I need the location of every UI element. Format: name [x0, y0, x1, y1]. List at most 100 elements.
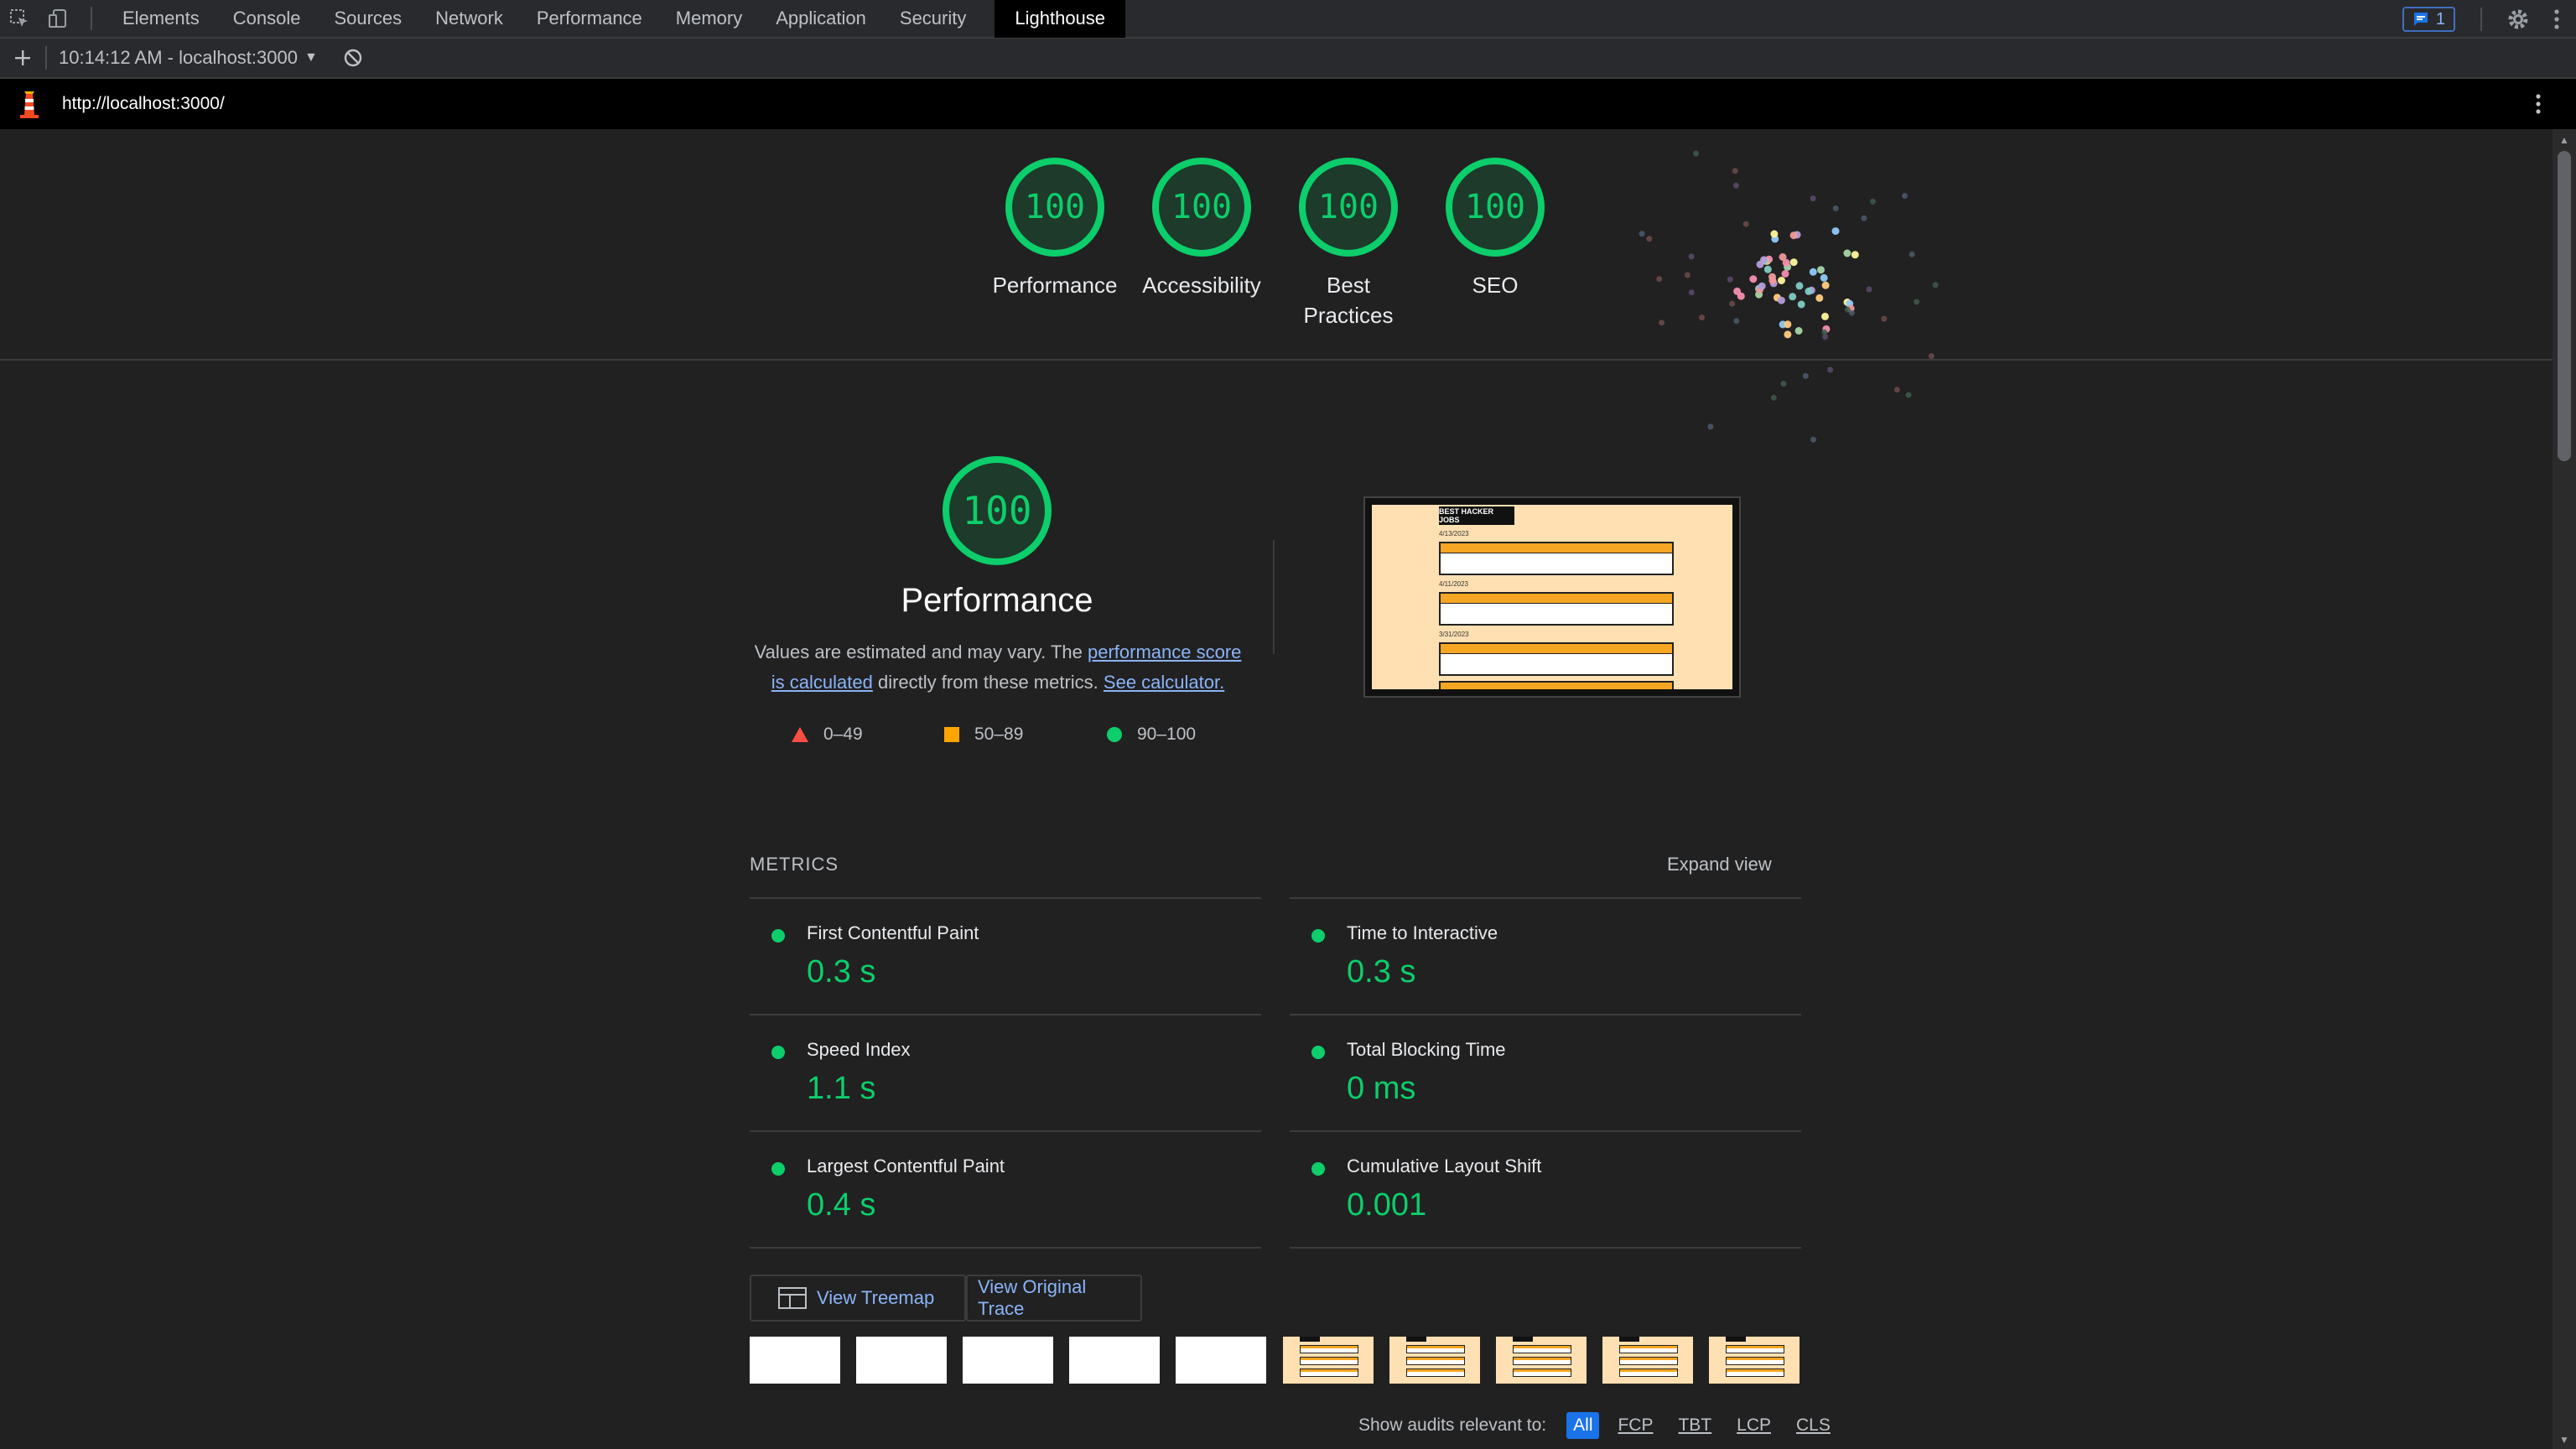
filmstrip-frame [1496, 1337, 1587, 1384]
legend-label: 0–49 [823, 724, 863, 744]
filmstrip-frame [1069, 1337, 1160, 1384]
device-toolbar-icon[interactable] [39, 0, 77, 38]
gauge-performance[interactable]: 100 Performance [979, 158, 1130, 300]
metric-name: Speed Index [807, 1039, 911, 1060]
tab-elements[interactable]: Elements [106, 0, 216, 38]
tab-memory[interactable]: Memory [659, 0, 759, 38]
audit-filter: Show audits relevant to: All FCP TBT LCP… [1358, 1412, 1837, 1439]
metrics-heading: METRICS [750, 854, 839, 875]
gauge-score: 100 [1299, 158, 1398, 257]
pass-dot-icon [771, 1046, 785, 1059]
filmstrip-frame [1389, 1337, 1480, 1384]
confetti-dot [1733, 287, 1742, 295]
filter-chip-fcp[interactable]: FCP [1611, 1412, 1659, 1439]
filter-chip-all[interactable]: All [1566, 1412, 1600, 1439]
tab-sources[interactable]: Sources [317, 0, 418, 38]
gauge-seo[interactable]: 100 SEO [1420, 158, 1571, 300]
expand-view-toggle[interactable]: Expand view [1667, 854, 1772, 875]
confetti-dot [1881, 315, 1888, 322]
screenshot-card [1439, 542, 1674, 575]
tab-console[interactable]: Console [216, 0, 318, 38]
scroll-down-arrow-icon[interactable]: ▼ [2559, 1434, 2569, 1446]
confetti-dot [1797, 300, 1805, 309]
gauge-score: 100 [1005, 158, 1104, 257]
pass-dot-icon [1311, 1162, 1325, 1176]
inspect-element-icon[interactable] [0, 0, 39, 38]
confetti-dot [1784, 320, 1792, 329]
filmstrip-frame [963, 1337, 1053, 1384]
new-report-plus-icon[interactable] [3, 39, 42, 77]
filter-chip-lcp[interactable]: LCP [1730, 1412, 1778, 1439]
confetti-dot [1780, 381, 1787, 387]
confetti-decoration [1639, 150, 1939, 443]
score-legend-fail: 0–49 [792, 724, 863, 745]
toolbar-separator [2480, 8, 2482, 31]
confetti-dot [1732, 182, 1739, 189]
confetti-dot [1821, 281, 1830, 289]
confetti-dot [1781, 270, 1789, 278]
confetti-dot [1688, 253, 1695, 260]
tab-application[interactable]: Application [759, 0, 883, 38]
report-scrollbar[interactable]: ▲ ▼ [2553, 129, 2576, 1449]
issues-badge[interactable]: 1 [2402, 7, 2455, 32]
metric-time-to-interactive: Time to Interactive 0.3 s [1290, 897, 1801, 1014]
tab-performance[interactable]: Performance [520, 0, 659, 38]
confetti-dot [1795, 282, 1804, 290]
settings-gear-icon[interactable] [2499, 0, 2537, 39]
confetti-dot [1851, 251, 1859, 259]
view-treemap-button[interactable]: View Treemap [750, 1275, 966, 1322]
score-legend-pass: 90–100 [1107, 724, 1196, 745]
metric-name: Largest Contentful Paint [807, 1156, 1005, 1176]
confetti-dot [1770, 394, 1777, 401]
confetti-dot [1778, 277, 1785, 284]
see-calculator-link[interactable]: See calculator. [1104, 672, 1224, 693]
lighthouse-logo-icon [18, 90, 40, 118]
metric-name: Total Blocking Time [1347, 1039, 1506, 1060]
more-vertical-icon[interactable] [2537, 0, 2576, 39]
tab-security[interactable]: Security [883, 0, 983, 38]
filter-chip-tbt[interactable]: TBT [1671, 1412, 1718, 1439]
filmstrip-frame [750, 1337, 840, 1384]
confetti-dot [1688, 289, 1695, 296]
gauge-score: 100 [1152, 158, 1251, 257]
confetti-dot [1794, 327, 1803, 335]
confetti-dot [1893, 387, 1900, 393]
gauge-best-practices[interactable]: 100 Best Practices [1273, 158, 1424, 330]
issues-chat-icon [2413, 13, 2428, 26]
scroll-up-arrow-icon[interactable]: ▲ [2559, 134, 2569, 146]
confetti-dot [1768, 276, 1777, 284]
tab-network[interactable]: Network [418, 0, 520, 38]
pass-dot-icon [1311, 929, 1325, 943]
gauge-accessibility[interactable]: 100 Accessibility [1126, 158, 1277, 300]
score-legend-average: 50–89 [944, 724, 1023, 745]
report-url: http://localhost:3000/ [62, 94, 225, 113]
metric-value: 0 ms [1347, 1071, 1416, 1106]
screenshot-site-header: BEST HACKER JOBS [1439, 506, 1514, 525]
metric-name: Time to Interactive [1347, 922, 1498, 943]
confetti-dot [1861, 215, 1867, 221]
performance-description: Values are estimated and may vary. The p… [746, 637, 1249, 698]
gauge-label: Performance [992, 273, 1118, 298]
metrics-bottom-border [750, 1247, 1261, 1249]
confetti-dot [1770, 230, 1779, 238]
final-screenshot[interactable]: BEST HACKER JOBS 4/13/2023 4/11/2023 3/3… [1363, 496, 1741, 698]
desc-text: directly from these metrics. [872, 672, 1104, 693]
confetti-dot [1866, 286, 1872, 293]
confetti-dot [1693, 150, 1699, 157]
report-menu-icon[interactable] [2534, 93, 2542, 120]
confetti-dot [1802, 372, 1809, 379]
vertical-divider [1273, 540, 1275, 654]
report-selector[interactable]: 10:14:12 AM - localhost:3000 ▼ [59, 47, 318, 69]
confetti-dot [1821, 329, 1828, 335]
filter-chip-cls[interactable]: CLS [1789, 1412, 1837, 1439]
metric-value: 0.3 s [1347, 954, 1416, 989]
confetti-dot [1659, 319, 1665, 326]
confetti-dot [1656, 276, 1663, 283]
view-original-trace-button[interactable]: View Original Trace [966, 1275, 1142, 1322]
tab-lighthouse[interactable]: Lighthouse [995, 0, 1126, 38]
pass-dot-icon [1311, 1046, 1325, 1059]
clear-reports-icon[interactable] [343, 48, 363, 68]
scrollbar-thumb[interactable] [2558, 151, 2571, 461]
metric-value: 0.001 [1347, 1187, 1427, 1223]
filmstrip-frame [1283, 1337, 1374, 1384]
